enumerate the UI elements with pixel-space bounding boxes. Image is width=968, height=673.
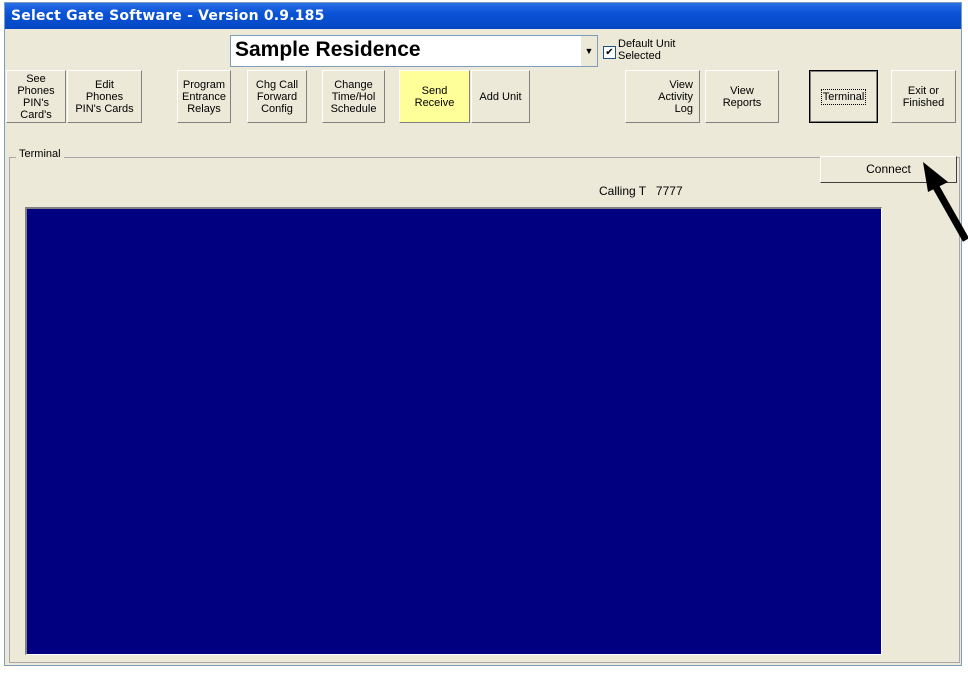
terminal-screen[interactable] (25, 207, 882, 655)
unit-select[interactable]: Sample Residence ▼ (230, 35, 598, 67)
calling-status: Calling T 7777 (599, 184, 683, 198)
program-relays-button[interactable]: Program Entrance Relays (177, 70, 231, 123)
chevron-down-icon[interactable]: ▼ (581, 36, 597, 66)
terminal-group-label: Terminal (16, 148, 64, 160)
default-unit-checkbox[interactable]: ✔ (603, 46, 616, 59)
see-phones-button[interactable]: See Phones PIN's Card's (6, 70, 66, 123)
terminal-button[interactable]: Terminal (809, 70, 878, 123)
view-reports-button[interactable]: View Reports (705, 70, 779, 123)
chg-call-forward-button[interactable]: Chg Call Forward Config (247, 70, 307, 123)
default-unit-label: Default Unit Selected (618, 38, 676, 62)
window-title: Select Gate Software - Version 0.9.185 (5, 3, 961, 29)
edit-phones-button[interactable]: Edit Phones PIN's Cards (67, 70, 142, 123)
change-schedule-button[interactable]: Change Time/Hol Schedule (322, 70, 385, 123)
terminal-button-label: Terminal (820, 88, 867, 105)
pointer-arrow-icon (923, 162, 968, 242)
exit-button[interactable]: Exit or Finished (891, 70, 956, 123)
send-receive-button[interactable]: Send Receive (399, 70, 470, 123)
view-activity-button[interactable]: View Activity Log (625, 70, 700, 123)
add-unit-button[interactable]: Add Unit (471, 70, 530, 123)
unit-select-value: Sample Residence (235, 38, 421, 61)
